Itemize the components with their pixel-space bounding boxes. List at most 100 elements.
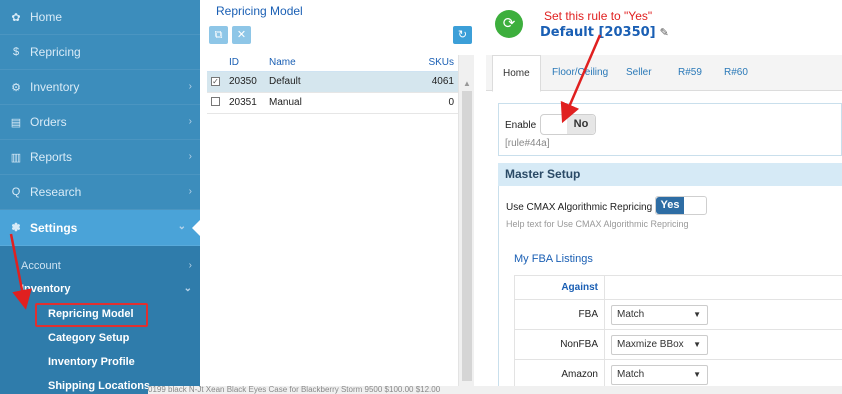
- sub-item-account-label: Account: [21, 259, 61, 272]
- repricing-model-panel: Repricing Model ⧉ ✕ ↻ ID Name SKUs ✓ 203…: [200, 0, 476, 394]
- nonfba-select[interactable]: Maxmize BBox ▼: [611, 334, 708, 355]
- nav-inventory[interactable]: ⚙ Inventory ›: [0, 70, 200, 105]
- scrollbar-thumb[interactable]: [462, 91, 472, 381]
- nav-reports-label: Reports: [30, 150, 73, 164]
- enable-section: Enable No [rule#44a]: [498, 103, 842, 156]
- search-icon: Q: [11, 186, 21, 198]
- cmax-help-text: Help text for Use CMAX Algorithmic Repri…: [506, 219, 689, 229]
- close-icon: ✕: [236, 29, 247, 41]
- tab-bar: Home Floor/Ceiling Seller R#59 R#60: [486, 55, 842, 92]
- tab-floor-ceiling[interactable]: Floor/Ceiling: [542, 55, 618, 91]
- list-icon: ▤: [10, 116, 22, 129]
- fba-select-value: Match: [617, 308, 645, 320]
- pencil-icon[interactable]: ✎: [660, 26, 669, 39]
- col-id-header[interactable]: ID: [225, 55, 265, 72]
- bar-chart-icon: ▥: [10, 151, 22, 164]
- cmax-toggle-value: Yes: [656, 197, 684, 214]
- amazon-label: Amazon: [514, 359, 605, 390]
- nonfba-label: NonFBA: [514, 329, 605, 360]
- row-name: Default: [265, 71, 371, 93]
- chevron-right-icon: ›: [188, 116, 192, 127]
- row-name: Manual: [265, 92, 371, 114]
- enable-toggle[interactable]: No: [540, 114, 596, 135]
- rule-title: Default [20350] ✎: [540, 25, 669, 40]
- dropdown-arrow-icon: ▼: [693, 369, 701, 379]
- nav-research-label: Research: [30, 185, 82, 199]
- nonfba-select-value: Maxmize BBox: [617, 338, 684, 350]
- cmax-label: Use CMAX Algorithmic Repricing: [506, 202, 653, 213]
- col-skus-header[interactable]: SKUs: [370, 55, 458, 72]
- background-strip: 0199 black N-Jt Xean Black Eyes Case for…: [148, 386, 842, 394]
- sub-item-inventory[interactable]: Inventory ⌄: [0, 277, 200, 300]
- row-checkbox[interactable]: ✓: [211, 77, 220, 86]
- enable-label: Enable: [505, 120, 537, 131]
- table-row[interactable]: 20351 Manual 0: [207, 92, 458, 114]
- fba-table: Against FBA Match ▼ NonFBA Maxmize BBox: [514, 275, 842, 390]
- nav-reports[interactable]: ▥ Reports ›: [0, 140, 200, 175]
- nav-settings-label: Settings: [30, 220, 78, 235]
- sidebar: ✿ Home $ Repricing ⚙ Inventory › ▤ Order…: [0, 0, 200, 394]
- nav-repricing-label: Repricing: [30, 45, 81, 59]
- chevron-right-icon: ›: [188, 151, 192, 162]
- models-table: ID Name SKUs ✓ 20350 Default 4061 20351 …: [207, 55, 458, 114]
- panel-title: Repricing Model: [216, 4, 303, 18]
- sub-item-account[interactable]: Account ›: [0, 254, 200, 277]
- nav-research[interactable]: Q Research ›: [0, 175, 200, 210]
- chevron-down-icon: ⌄: [183, 283, 192, 294]
- sync-icon: ⟳: [495, 10, 523, 38]
- nav-repricing[interactable]: $ Repricing: [0, 35, 200, 70]
- refresh-button[interactable]: ↻: [453, 26, 472, 44]
- scrollbar[interactable]: ▲: [458, 55, 474, 394]
- fba-select[interactable]: Match ▼: [611, 304, 708, 325]
- enable-toggle-value: No: [567, 115, 595, 134]
- nav-settings[interactable]: ✽ Settings ⌄: [0, 210, 200, 246]
- scroll-up-icon[interactable]: ▲: [463, 79, 471, 88]
- dollar-icon: $: [12, 46, 20, 58]
- fba-label: FBA: [514, 299, 605, 330]
- nav-orders[interactable]: ▤ Orders ›: [0, 105, 200, 140]
- sub-item-inventory-profile[interactable]: Inventory Profile: [0, 350, 200, 374]
- tab-seller[interactable]: Seller: [616, 55, 662, 91]
- master-setup-header[interactable]: Master Setup: [498, 163, 842, 186]
- chevron-right-icon: ›: [188, 81, 192, 92]
- nav-orders-label: Orders: [30, 115, 67, 129]
- nav-inventory-label: Inventory: [30, 80, 80, 94]
- row-skus: 4061: [370, 71, 458, 93]
- cubes-icon: ⚙: [11, 81, 21, 94]
- home-icon: ✿: [11, 11, 21, 24]
- rule-title-text: Default [20350]: [540, 25, 656, 40]
- row-id: 20350: [225, 71, 265, 93]
- annotation-text: Set this rule to "Yes": [544, 9, 653, 23]
- row-id: 20351: [225, 92, 265, 114]
- copy-button[interactable]: ⧉: [209, 26, 228, 44]
- row-checkbox[interactable]: [211, 96, 220, 106]
- rule-detail-panel: ⟳ Set this rule to "Yes" Default [20350]…: [478, 0, 842, 394]
- chevron-down-icon: ⌄: [177, 221, 186, 232]
- cmax-toggle[interactable]: Yes: [655, 196, 707, 215]
- master-setup-body: Use CMAX Algorithmic Repricing Yes Help …: [498, 186, 842, 394]
- copy-icon: ⧉: [214, 29, 223, 41]
- chevron-right-icon: ›: [188, 260, 192, 271]
- gear-icon: ✽: [11, 222, 21, 234]
- col-name-header[interactable]: Name: [265, 55, 371, 72]
- fba-listings-title[interactable]: My FBA Listings: [514, 253, 593, 265]
- amazon-select-value: Match: [617, 368, 645, 380]
- delete-button[interactable]: ✕: [232, 26, 251, 44]
- dropdown-arrow-icon: ▼: [693, 339, 701, 349]
- amazon-select[interactable]: Match ▼: [611, 364, 708, 385]
- tab-r60[interactable]: R#60: [714, 55, 758, 91]
- dropdown-arrow-icon: ▼: [693, 309, 701, 319]
- sub-item-category-setup[interactable]: Category Setup: [0, 326, 200, 350]
- highlight-box: [35, 303, 148, 327]
- nav-home[interactable]: ✿ Home: [0, 0, 200, 35]
- sub-item-inventory-label: Inventory: [21, 282, 71, 295]
- refresh-icon: ↻: [457, 29, 468, 41]
- rule-id: [rule#44a]: [505, 138, 550, 149]
- table-row[interactable]: ✓ 20350 Default 4061: [207, 71, 458, 93]
- row-skus: 0: [370, 92, 458, 114]
- chevron-right-icon: ›: [188, 186, 192, 197]
- tab-home[interactable]: Home: [492, 55, 541, 92]
- against-label: Against: [514, 275, 605, 300]
- tab-r59[interactable]: R#59: [668, 55, 712, 91]
- table-header: ID Name SKUs: [207, 55, 458, 72]
